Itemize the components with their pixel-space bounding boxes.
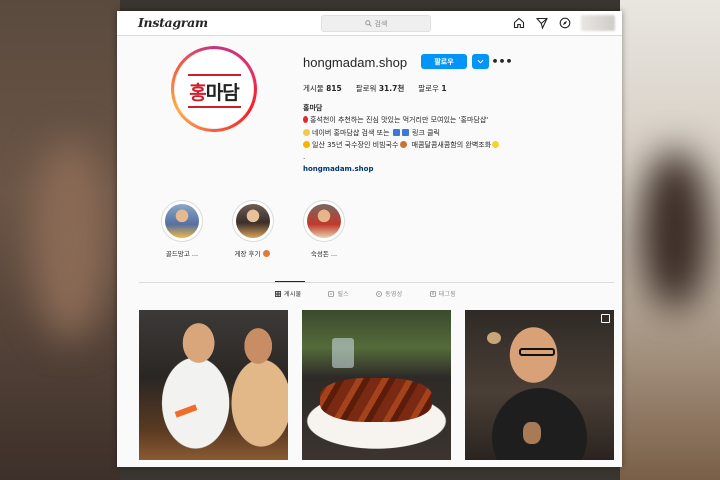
bio-text: 일산 35년 국수장인 비빔국수 [312,140,399,149]
square-icon [392,128,400,136]
nav-icons [512,16,572,30]
heart-icon [492,140,500,148]
highlight-ring [303,200,345,242]
profile-picture[interactable]: 홍마담 [171,46,257,132]
profile-tabs: 게시물 릴스 동영상 태그됨 [275,289,456,298]
emoji-icon [262,250,270,257]
search-input[interactable]: 검색 [321,15,431,32]
background-blob [30,140,110,340]
instagram-logo[interactable]: Instagram [138,15,208,30]
tab-posts[interactable]: 게시물 [275,289,301,298]
video-icon [376,290,383,297]
highlight-thumbnail [165,204,199,238]
explore-icon[interactable] [558,16,572,30]
grid-icon [275,290,281,297]
bio-website-link[interactable]: hongmadam.shop [303,163,603,175]
highlight-ring [232,200,274,242]
highlight-thumbnail [236,204,270,238]
highlight-item[interactable]: 숙성돈 ... [301,200,347,258]
tab-label: 게시물 [284,291,302,298]
profile-username: hongmadam.shop [303,55,408,70]
face-icon [303,128,310,136]
bio-line-2: 네이버 홍마담샵 검색 또는 링크 클릭 [303,127,603,139]
search-icon [364,20,372,27]
stat-value: 1 [441,84,447,93]
suggestions-dropdown-button[interactable] [472,54,489,69]
bio-text: 링크 클릭 [411,128,440,137]
more-icon: ••• [491,55,513,68]
highlight-label-text: 게장 후기 [234,250,261,258]
brand-logo-text: 홍마담 [175,78,253,105]
highlight-label: 골드망고 ... [165,250,199,258]
bio-dot: . [303,153,306,162]
highlight-label: 숙성돈 ... [310,250,338,258]
profile-bio: 홍마담 홍석천이 추천하는 진심 맛있는 먹거리만 모여있는 '홍마담샵' 네이… [303,102,603,176]
home-icon[interactable] [512,16,526,30]
post-glasses [519,348,555,356]
tag-icon [429,290,436,297]
highlight-item[interactable]: 골드망고 ... [159,200,205,258]
search-placeholder: 검색 [374,19,388,28]
background-blob [640,150,710,310]
tab-tagged[interactable]: 태그됨 [429,289,457,298]
highlight-item[interactable]: 게장 후기 [230,200,276,258]
tabs-divider [139,282,614,283]
profile-picture-inner: 홍마담 [174,49,254,129]
tab-label: 동영상 [385,291,403,298]
bio-name: 홍마담 [303,104,323,112]
bio-line-3: 일산 35년 국수장인 비빔국수 매콤달콤새콤함의 완벽조화 [303,139,603,151]
story-highlights: 골드망고 ... 게장 후기 숙성돈 ... [159,200,347,258]
brand-red-text: 홍 [189,82,207,104]
logo-line-bottom [188,106,241,108]
stat-label: 게시물 [303,84,324,93]
post-food [487,332,501,344]
reels-icon [328,290,335,297]
top-bar: Instagram 검색 [117,11,622,36]
bio-text: 홍석천이 추천하는 진심 맛있는 먹거리만 모여있는 '홍마담샵' [310,116,489,125]
stat-label: 팔로우 [418,84,439,93]
post-food [523,422,541,444]
noodle-bowl-icon [400,140,408,148]
post-glass [332,338,354,368]
pin-icon [303,116,308,124]
logo-line-top [188,74,241,76]
bio-text: 네이버 홍마담샵 검색 또는 [312,128,390,137]
tab-reels[interactable]: 릴스 [328,289,349,298]
posts-grid [139,310,614,460]
user-avatar-blurred[interactable] [581,15,615,31]
tab-videos[interactable]: 동영상 [376,289,402,298]
bio-line-1: 홍석천이 추천하는 진심 맛있는 먹거리만 모여있는 '홍마담샵' [303,114,603,126]
stat-posts: 게시물 815 [303,83,342,94]
highlight-thumbnail [307,204,341,238]
stat-value: 31.7천 [378,84,405,93]
square-icon [401,128,409,136]
more-options-button[interactable]: ••• [491,54,512,69]
instagram-window: Instagram 검색 홍마담 hongmadam.shop 팔로우 ••• … [117,11,622,467]
post-accent [174,404,198,418]
bio-text: 매콤달콤새콤함의 완벽조화 [411,140,492,149]
highlight-label: 게장 후기 [230,248,276,258]
send-icon[interactable] [535,16,549,30]
brand-black-text: 마담 [205,82,240,104]
post-thumbnail[interactable] [302,310,451,460]
stat-value: 815 [326,84,342,93]
chevron-down-icon [477,59,484,64]
tab-label: 태그됨 [438,291,457,298]
stat-label: 팔로워 [355,84,377,93]
stat-following[interactable]: 팔로우 1 [418,83,446,94]
post-thumbnail[interactable] [139,310,288,460]
tab-label: 릴스 [337,291,350,298]
post-food [320,378,432,422]
active-tab-indicator [275,281,305,282]
post-thumbnail[interactable] [465,310,614,460]
stat-followers[interactable]: 팔로워 31.7천 [356,83,405,94]
profile-stats: 게시물 815 팔로워 31.7천 팔로우 1 [303,83,447,94]
follow-button[interactable]: 팔로우 [421,54,467,69]
highlight-ring [161,200,203,242]
carousel-icon [601,314,610,323]
star-icon [303,140,310,148]
